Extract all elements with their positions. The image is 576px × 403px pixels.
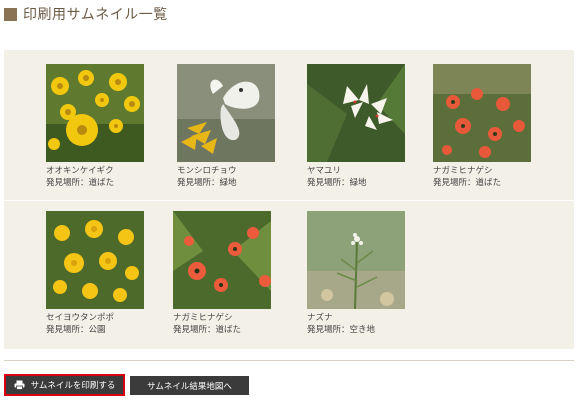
page-header: 印刷用サムネイル一覧	[4, 4, 168, 24]
thumbnail-map-button[interactable]: サムネイル結果地図へ	[130, 376, 249, 395]
thumbnail-card[interactable]: オオキンケイギク 発見場所：道ばた	[46, 64, 156, 189]
card-name: ナガミヒナゲシ	[173, 313, 233, 323]
thumbnail-image-butterfly[interactable]	[177, 64, 275, 162]
card-place: 発見場所：道ばた	[433, 178, 502, 188]
thumbnail-card[interactable]: ナガミヒナゲシ 発見場所：道ばた	[433, 64, 543, 189]
card-name: モンシロチョウ	[177, 166, 237, 176]
map-button-label: サムネイル結果地図へ	[147, 381, 232, 392]
title-marker-square	[4, 7, 17, 21]
printer-icon	[14, 380, 25, 390]
thumbnail-card[interactable]: モンシロチョウ 発見場所：緑地	[177, 64, 287, 189]
thumbnail-image-lily[interactable]	[307, 64, 405, 162]
card-place: 発見場所：道ばた	[46, 178, 115, 188]
card-place: 発見場所：空き地	[307, 325, 376, 335]
thumbnail-image-poppies[interactable]	[173, 211, 271, 309]
print-button-label: サムネイルを印刷する	[30, 381, 116, 391]
thumbnail-image-poppies[interactable]	[433, 64, 531, 162]
grid-row-divider	[4, 200, 574, 201]
thumbnail-image-shepherds-purse[interactable]	[307, 211, 405, 309]
thumbnail-card[interactable]: ナズナ 発見場所：空き地	[307, 211, 417, 336]
card-name: ヤマユリ	[307, 166, 342, 176]
card-name: ナガミヒナゲシ	[433, 166, 493, 176]
page-title: 印刷用サムネイル一覧	[23, 7, 168, 23]
thumbnail-image-coreopsis[interactable]	[46, 64, 144, 162]
card-name: オオキンケイギク	[46, 166, 114, 176]
thumbnail-card[interactable]: ヤマユリ 発見場所：緑地	[307, 64, 417, 189]
thumbnail-card[interactable]: ナガミヒナゲシ 発見場所：道ばた	[173, 211, 283, 336]
thumbnail-print-page: 印刷用サムネイル一覧 オオキンケイギク 発見場所：道ばた モンシロチョウ 発見場…	[0, 0, 576, 403]
card-place: 発見場所：緑地	[177, 178, 237, 188]
card-place: 発見場所：公園	[46, 325, 106, 335]
card-place: 発見場所：道ばた	[173, 325, 242, 335]
card-place: 発見場所：緑地	[307, 178, 367, 188]
card-name: ナズナ	[307, 313, 333, 323]
card-name: セイヨウタンポポ	[46, 313, 115, 323]
thumbnail-card[interactable]: セイヨウタンポポ 発見場所：公園	[46, 211, 156, 336]
bottom-separator	[4, 360, 574, 361]
print-thumbnails-button[interactable]: サムネイルを印刷する	[4, 374, 125, 396]
thumbnail-image-dandelion[interactable]	[46, 211, 144, 309]
